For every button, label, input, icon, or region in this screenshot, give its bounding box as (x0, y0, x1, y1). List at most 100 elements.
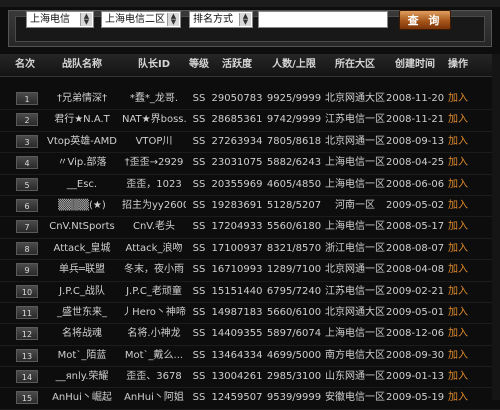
table-row: 15 AnHui丶崛起 AnHui丶阿姐 SS 12459507 9539/9999 安徽电… (0, 388, 500, 410)
server-area: 北京网通一区 (325, 264, 385, 276)
activity-value: 27263934 (211, 135, 263, 147)
activity-value: 17204933 (211, 221, 263, 233)
team-level: SS (192, 135, 206, 147)
team-level: SS (192, 114, 206, 126)
join-button[interactable]: 加入 (445, 217, 471, 237)
chevron-updown-icon: ▲ ▼ (239, 13, 251, 26)
table-header: 名次 战队名称 队长ID 等级 活跃度 人数/上限 所在大区 创建时间 操作 (0, 54, 500, 77)
join-button[interactable]: 加入 (445, 132, 471, 152)
activity-value: 16710993 (211, 264, 263, 276)
scrollbar[interactable] (492, 54, 500, 400)
created-date: 2008-12-06 (386, 328, 444, 340)
team-name: 〃Vip.部落 (57, 157, 107, 169)
team-level: SS (192, 157, 206, 169)
created-date: 2008-09-13 (386, 135, 444, 147)
rank-badge: 5 (16, 177, 38, 191)
join-button[interactable]: 加入 (445, 89, 471, 109)
member-count: 5660/6100 (266, 306, 322, 318)
activity-value: 13464334 (211, 349, 263, 361)
server-area: 河南一区 (335, 199, 375, 211)
created-date: 2008-08-07 (386, 242, 444, 254)
server-area: 上海电信一区 (325, 221, 385, 233)
rank-badge: 15 (16, 391, 38, 405)
team-name: __Esc. (66, 178, 98, 190)
created-date: 2009-01-13 (386, 371, 444, 383)
join-button[interactable]: 加入 (445, 388, 471, 408)
member-count: 9742/9999 (266, 114, 322, 126)
team-name: 单兵═联盟 (58, 264, 106, 276)
leader-id: 丿Hero丶神啼 (122, 306, 186, 318)
search-button[interactable]: 查 询 (399, 10, 451, 30)
header-team-name: 战队名称 (62, 59, 102, 70)
team-name: CnV.NtSports (49, 221, 115, 233)
join-button[interactable]: 加入 (445, 303, 471, 323)
team-level: SS (192, 178, 206, 190)
header-members: 人数/上限 (272, 59, 316, 70)
table-row: 12 名将战魂 名将.小神龙 SS 14409355 5897/6074 上海电信一区 200… (0, 324, 500, 346)
leader-id: CnV.老头 (132, 221, 176, 233)
join-button[interactable]: 加入 (445, 324, 471, 344)
header-activity: 活跃度 (222, 59, 252, 70)
member-count: 1289/7100 (266, 264, 322, 276)
header-area: 所在大区 (335, 59, 375, 70)
member-count: 9925/9999 (266, 93, 322, 104)
server-area: 安徽电信一区 (325, 392, 385, 404)
member-count: 6795/7240 (266, 285, 322, 297)
rank-badge: 1 (16, 92, 38, 105)
team-level: SS (192, 264, 206, 276)
created-date: 2008-09-30 (386, 349, 444, 361)
activity-value: 17100937 (211, 242, 263, 254)
team-level: SS (192, 242, 206, 254)
join-button[interactable]: 加入 (445, 239, 471, 259)
leader-id: NAT★界boss. (122, 114, 186, 126)
team-level: SS (192, 93, 206, 104)
member-count: 5560/6180 (266, 221, 322, 233)
team-level: SS (192, 306, 206, 318)
team-level: SS (192, 221, 206, 233)
table-row: 3 Vtop英雄-AMD VTOP川 SS 27263934 7805/8618 北京网通一… (0, 132, 500, 154)
leader-id: 歪歪、3678 (126, 371, 182, 383)
keyword-input[interactable] (258, 11, 388, 28)
created-date: 2009-05-01 (386, 306, 444, 318)
table-row: 5 __Esc. 歪歪，1023 SS 20355969 4605/4850 上海电信一区 2… (0, 175, 500, 196)
leader-id: 冬末，夜小雨 (124, 264, 184, 276)
join-button[interactable]: 加入 (445, 196, 471, 216)
team-level: SS (192, 371, 206, 383)
team-level: SS (192, 392, 206, 404)
table-row: 8 Attack_皇城 Attack_浪吻 SS 17100937 8321/8570 浙江… (0, 239, 500, 261)
member-count: 4699/5000 (266, 349, 322, 361)
province-select[interactable]: 上海电信 ▲ ▼ (26, 11, 94, 28)
activity-value: 19283691 (211, 199, 263, 211)
join-button[interactable]: 加入 (445, 175, 471, 195)
member-count: 7805/8618 (266, 135, 322, 147)
leader-id: *蠢*_龙哥. (129, 93, 179, 104)
chevron-updown-icon: ▲ ▼ (80, 13, 92, 26)
region-select[interactable]: 上海电信二区 ▲ ▼ (101, 11, 181, 28)
rank-badge: 12 (16, 327, 38, 341)
member-count: 9539/9999 (266, 392, 322, 404)
rank-badge: 8 (16, 241, 38, 255)
server-area: 江苏电信一区 (325, 285, 385, 297)
team-name: Attack_皇城 (53, 242, 111, 254)
team-name: Mot`_陌蓝 (57, 349, 107, 361)
join-button[interactable]: 加入 (445, 346, 471, 366)
rank-badge: 13 (16, 348, 38, 362)
team-level: SS (192, 285, 206, 297)
member-count: 2985/3100 (266, 371, 322, 383)
team-name: †兄弟情深† (57, 93, 107, 104)
table-row: 11 _盛世东来_ 丿Hero丶神啼 SS 14987183 5660/6100 北京网通大… (0, 303, 500, 325)
rank-badge: 3 (16, 134, 38, 148)
activity-value: 14987183 (211, 306, 263, 318)
activity-value: 12459507 (211, 392, 263, 404)
server-area: 上海电信一区 (325, 328, 385, 340)
join-button[interactable]: 加入 (445, 282, 471, 302)
join-button[interactable]: 加入 (445, 153, 471, 173)
join-button[interactable]: 加入 (445, 367, 471, 387)
table-row: 9 单兵═联盟 冬末，夜小雨 SS 16710993 1289/7100 北京网通一区 200… (0, 260, 500, 282)
rank-badge: 7 (16, 220, 38, 234)
sort-select[interactable]: 排名方式 ▲ ▼ (189, 11, 253, 28)
join-button[interactable]: 加入 (445, 110, 471, 130)
leader-id: VTOP川 (135, 135, 173, 147)
join-button[interactable]: 加入 (445, 260, 471, 280)
rank-badge: 4 (16, 156, 38, 170)
